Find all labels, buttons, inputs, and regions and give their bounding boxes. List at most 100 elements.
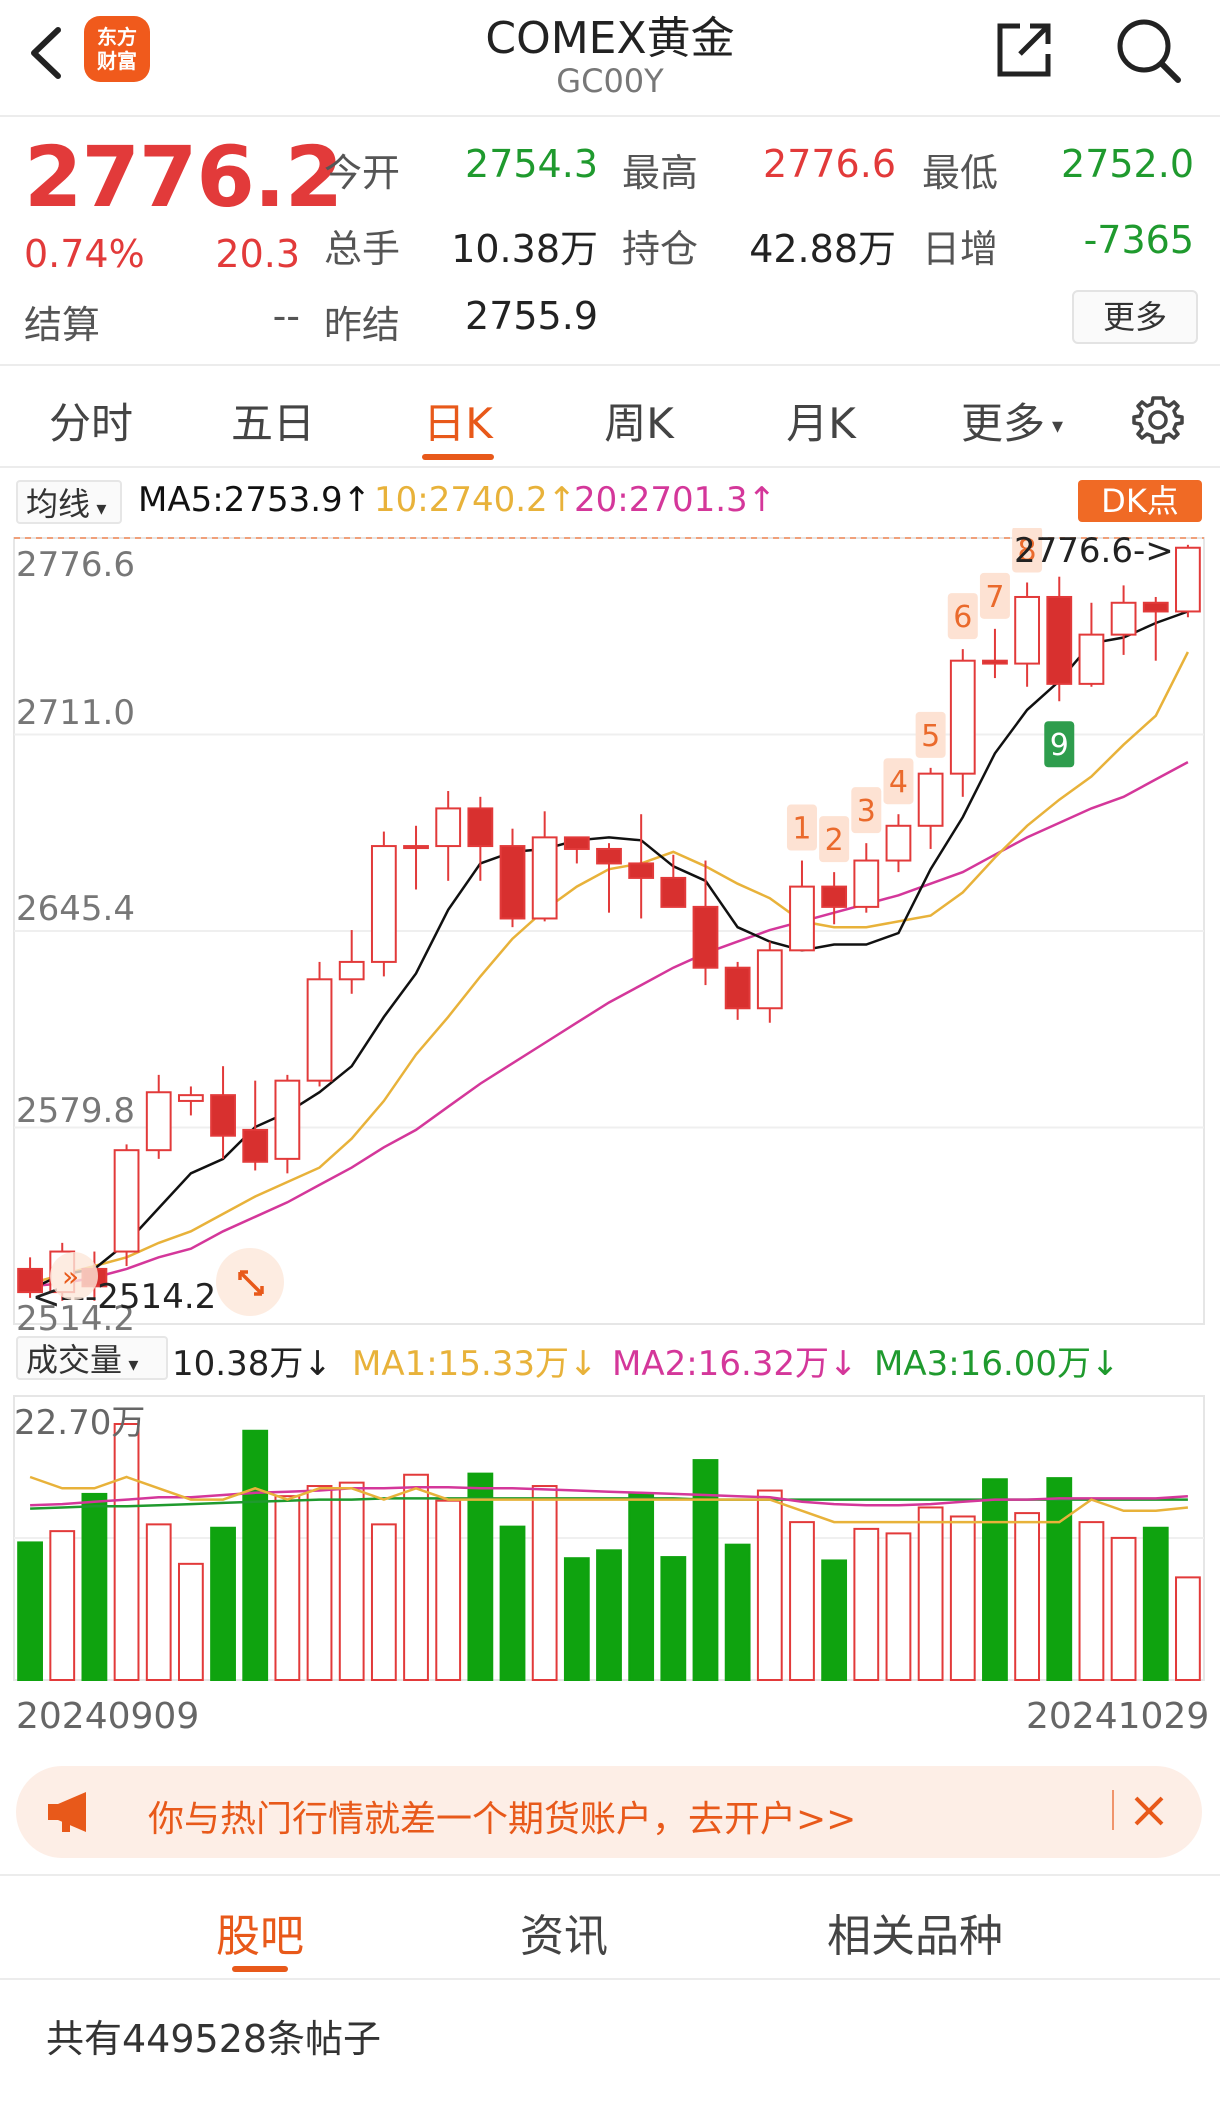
volume-bar-up <box>885 1532 912 1682</box>
candle-down <box>692 905 719 969</box>
tab-forum[interactable]: 股吧 <box>190 1900 330 1964</box>
td-count-label: 6 <box>953 600 972 635</box>
td-count-label: 7 <box>985 580 1004 615</box>
volume-bar-up <box>949 1515 976 1681</box>
active-tab-indicator <box>422 454 494 460</box>
high-marker: 2776.6-> <box>1014 531 1174 571</box>
divider <box>0 1874 1220 1876</box>
candle-down <box>724 966 751 1010</box>
volume-bar-down <box>628 1492 655 1682</box>
share-button[interactable] <box>990 16 1056 82</box>
candle-down <box>499 845 526 920</box>
tab-related[interactable]: 相关品种 <box>810 1900 1020 1964</box>
volume-bar-down <box>660 1556 687 1681</box>
banner-text[interactable]: 你与热门行情就差一个期货账户，去开户>> <box>148 1790 856 1842</box>
candle-down <box>1142 601 1169 613</box>
dk-point-button[interactable]: DK点 <box>1078 480 1202 522</box>
tab-weekly-k[interactable]: 周K <box>584 390 694 451</box>
expand-chart-button[interactable] <box>216 1248 284 1316</box>
candle-down <box>660 876 687 908</box>
td-count-label: 2 <box>825 823 844 858</box>
volume-indicator-dropdown[interactable]: 成交量 ▾ <box>16 1336 168 1380</box>
volume-bar-down <box>210 1526 236 1681</box>
kline-chart[interactable]: 1 23456789 2776.62711.02645.42579.82514.2… <box>0 528 1220 1688</box>
low-value: 2752.0 <box>1061 142 1194 186</box>
ma20-line <box>29 760 1189 1288</box>
volume-bar-up <box>1014 1512 1041 1682</box>
scroll-left-button[interactable]: » <box>50 1252 98 1300</box>
tab-intraday[interactable]: 分时 <box>36 390 146 451</box>
banner-close-button[interactable] <box>1128 1790 1170 1832</box>
end-date: 20241029 <box>1026 1696 1210 1737</box>
volume-bar-up <box>756 1489 783 1681</box>
vol-ma3-legend: MA3:16.00万↓ <box>874 1344 1120 1384</box>
candle-down <box>596 847 622 865</box>
candle-up <box>306 978 333 1082</box>
candle-up <box>403 845 429 850</box>
caret-down-icon: ▾ <box>122 1352 139 1376</box>
high-value: 2776.6 <box>763 142 896 186</box>
vol-ma2-legend: MA2:16.32万↓ <box>612 1344 858 1384</box>
candle-up <box>949 659 976 775</box>
candle-up <box>885 824 912 862</box>
tab-daily-k[interactable]: 日K <box>403 390 513 451</box>
tab-more[interactable]: 更多 ▾ <box>956 390 1068 451</box>
candle-down <box>210 1094 236 1137</box>
volume-bar-up <box>1078 1521 1105 1682</box>
td-count-label: 3 <box>857 794 876 829</box>
megaphone-icon <box>46 1790 94 1834</box>
more-quote-button[interactable]: 更多 <box>1072 290 1198 344</box>
active-tab-indicator <box>232 1966 288 1972</box>
settle-value: -- <box>272 294 300 338</box>
candle-up <box>370 845 397 963</box>
vol-ma1-legend: MA1:15.33万↓ <box>352 1344 598 1384</box>
open-value: 2754.3 <box>465 142 598 186</box>
volume-bar-up <box>853 1527 880 1681</box>
candle-up <box>113 1149 140 1253</box>
ma20-legend: 20:2701.3↑ <box>574 480 777 520</box>
start-date: 20240909 <box>16 1696 200 1737</box>
volume-bar-up <box>531 1485 558 1681</box>
volume-bar-down <box>467 1472 494 1682</box>
caret-down-icon: ▾ <box>1044 414 1064 439</box>
volume-max-tick: 22.70万 <box>14 1403 145 1443</box>
tab-monthly-k[interactable]: 月K <box>766 390 876 451</box>
low-label: 最低 <box>922 151 999 195</box>
tab-five-day[interactable]: 五日 <box>218 390 328 451</box>
volume-bar-up <box>338 1481 365 1682</box>
chart-settings-button[interactable] <box>1130 392 1186 448</box>
volume-bar-up <box>917 1506 944 1681</box>
volume-dropdown-label: 成交量 <box>26 1341 123 1379</box>
td-count-label: 1 <box>792 812 811 847</box>
candle-up <box>274 1079 301 1160</box>
volume-bar-up <box>274 1495 301 1681</box>
daily-change-value: -7365 <box>1083 218 1194 262</box>
volume-bar-up <box>177 1562 204 1682</box>
volume-bar-up <box>370 1523 397 1682</box>
prev-settle-label: 昨结 <box>324 303 401 347</box>
open-interest-value: 42.88万 <box>749 227 896 271</box>
candle-up <box>756 949 783 1010</box>
caret-down-icon: ▾ <box>90 496 107 520</box>
search-button[interactable] <box>1112 14 1184 86</box>
change-value: 20.3 <box>215 232 300 276</box>
candle-up <box>1014 595 1041 665</box>
td-count-label: 9 <box>1050 728 1069 763</box>
tab-more-label: 更多 <box>960 399 1045 448</box>
td-count-label: 4 <box>889 765 908 800</box>
candle-down <box>821 885 848 908</box>
tab-news[interactable]: 资讯 <box>494 1900 634 1964</box>
moving-average-lines <box>29 610 1190 1291</box>
high-label: 最高 <box>622 151 699 195</box>
gear-icon <box>1132 396 1184 444</box>
candle-up <box>853 859 880 908</box>
ma-indicator-dropdown[interactable]: 均线 ▾ <box>16 480 122 524</box>
ma10-legend: 10:2740.2↑ <box>374 480 577 520</box>
volume-bar-down <box>563 1557 590 1681</box>
open-label: 今开 <box>324 151 401 195</box>
post-count: 共有449528条帖子 <box>46 2017 382 2061</box>
volume-bar-up <box>403 1473 429 1681</box>
volume-bar-up <box>145 1523 172 1682</box>
volume-bar-down <box>1142 1526 1169 1681</box>
ma10-line <box>29 651 1190 1285</box>
